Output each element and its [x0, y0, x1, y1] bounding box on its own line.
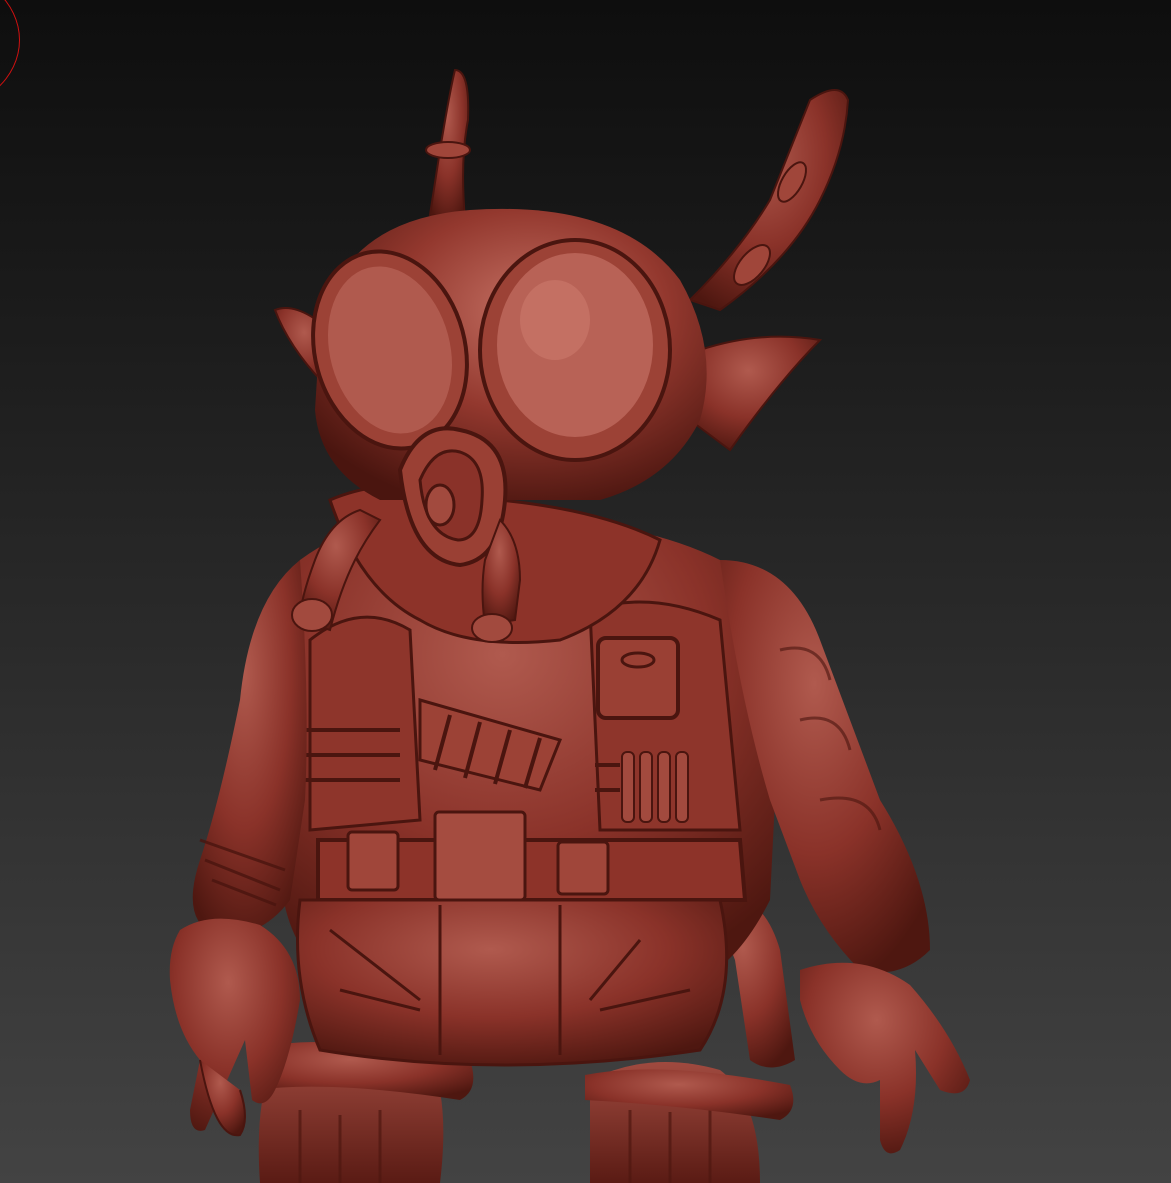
left-arm	[169, 560, 307, 1137]
3d-viewport[interactable]	[0, 0, 1171, 1183]
sculpt-canvas[interactable]	[0, 0, 1171, 1183]
